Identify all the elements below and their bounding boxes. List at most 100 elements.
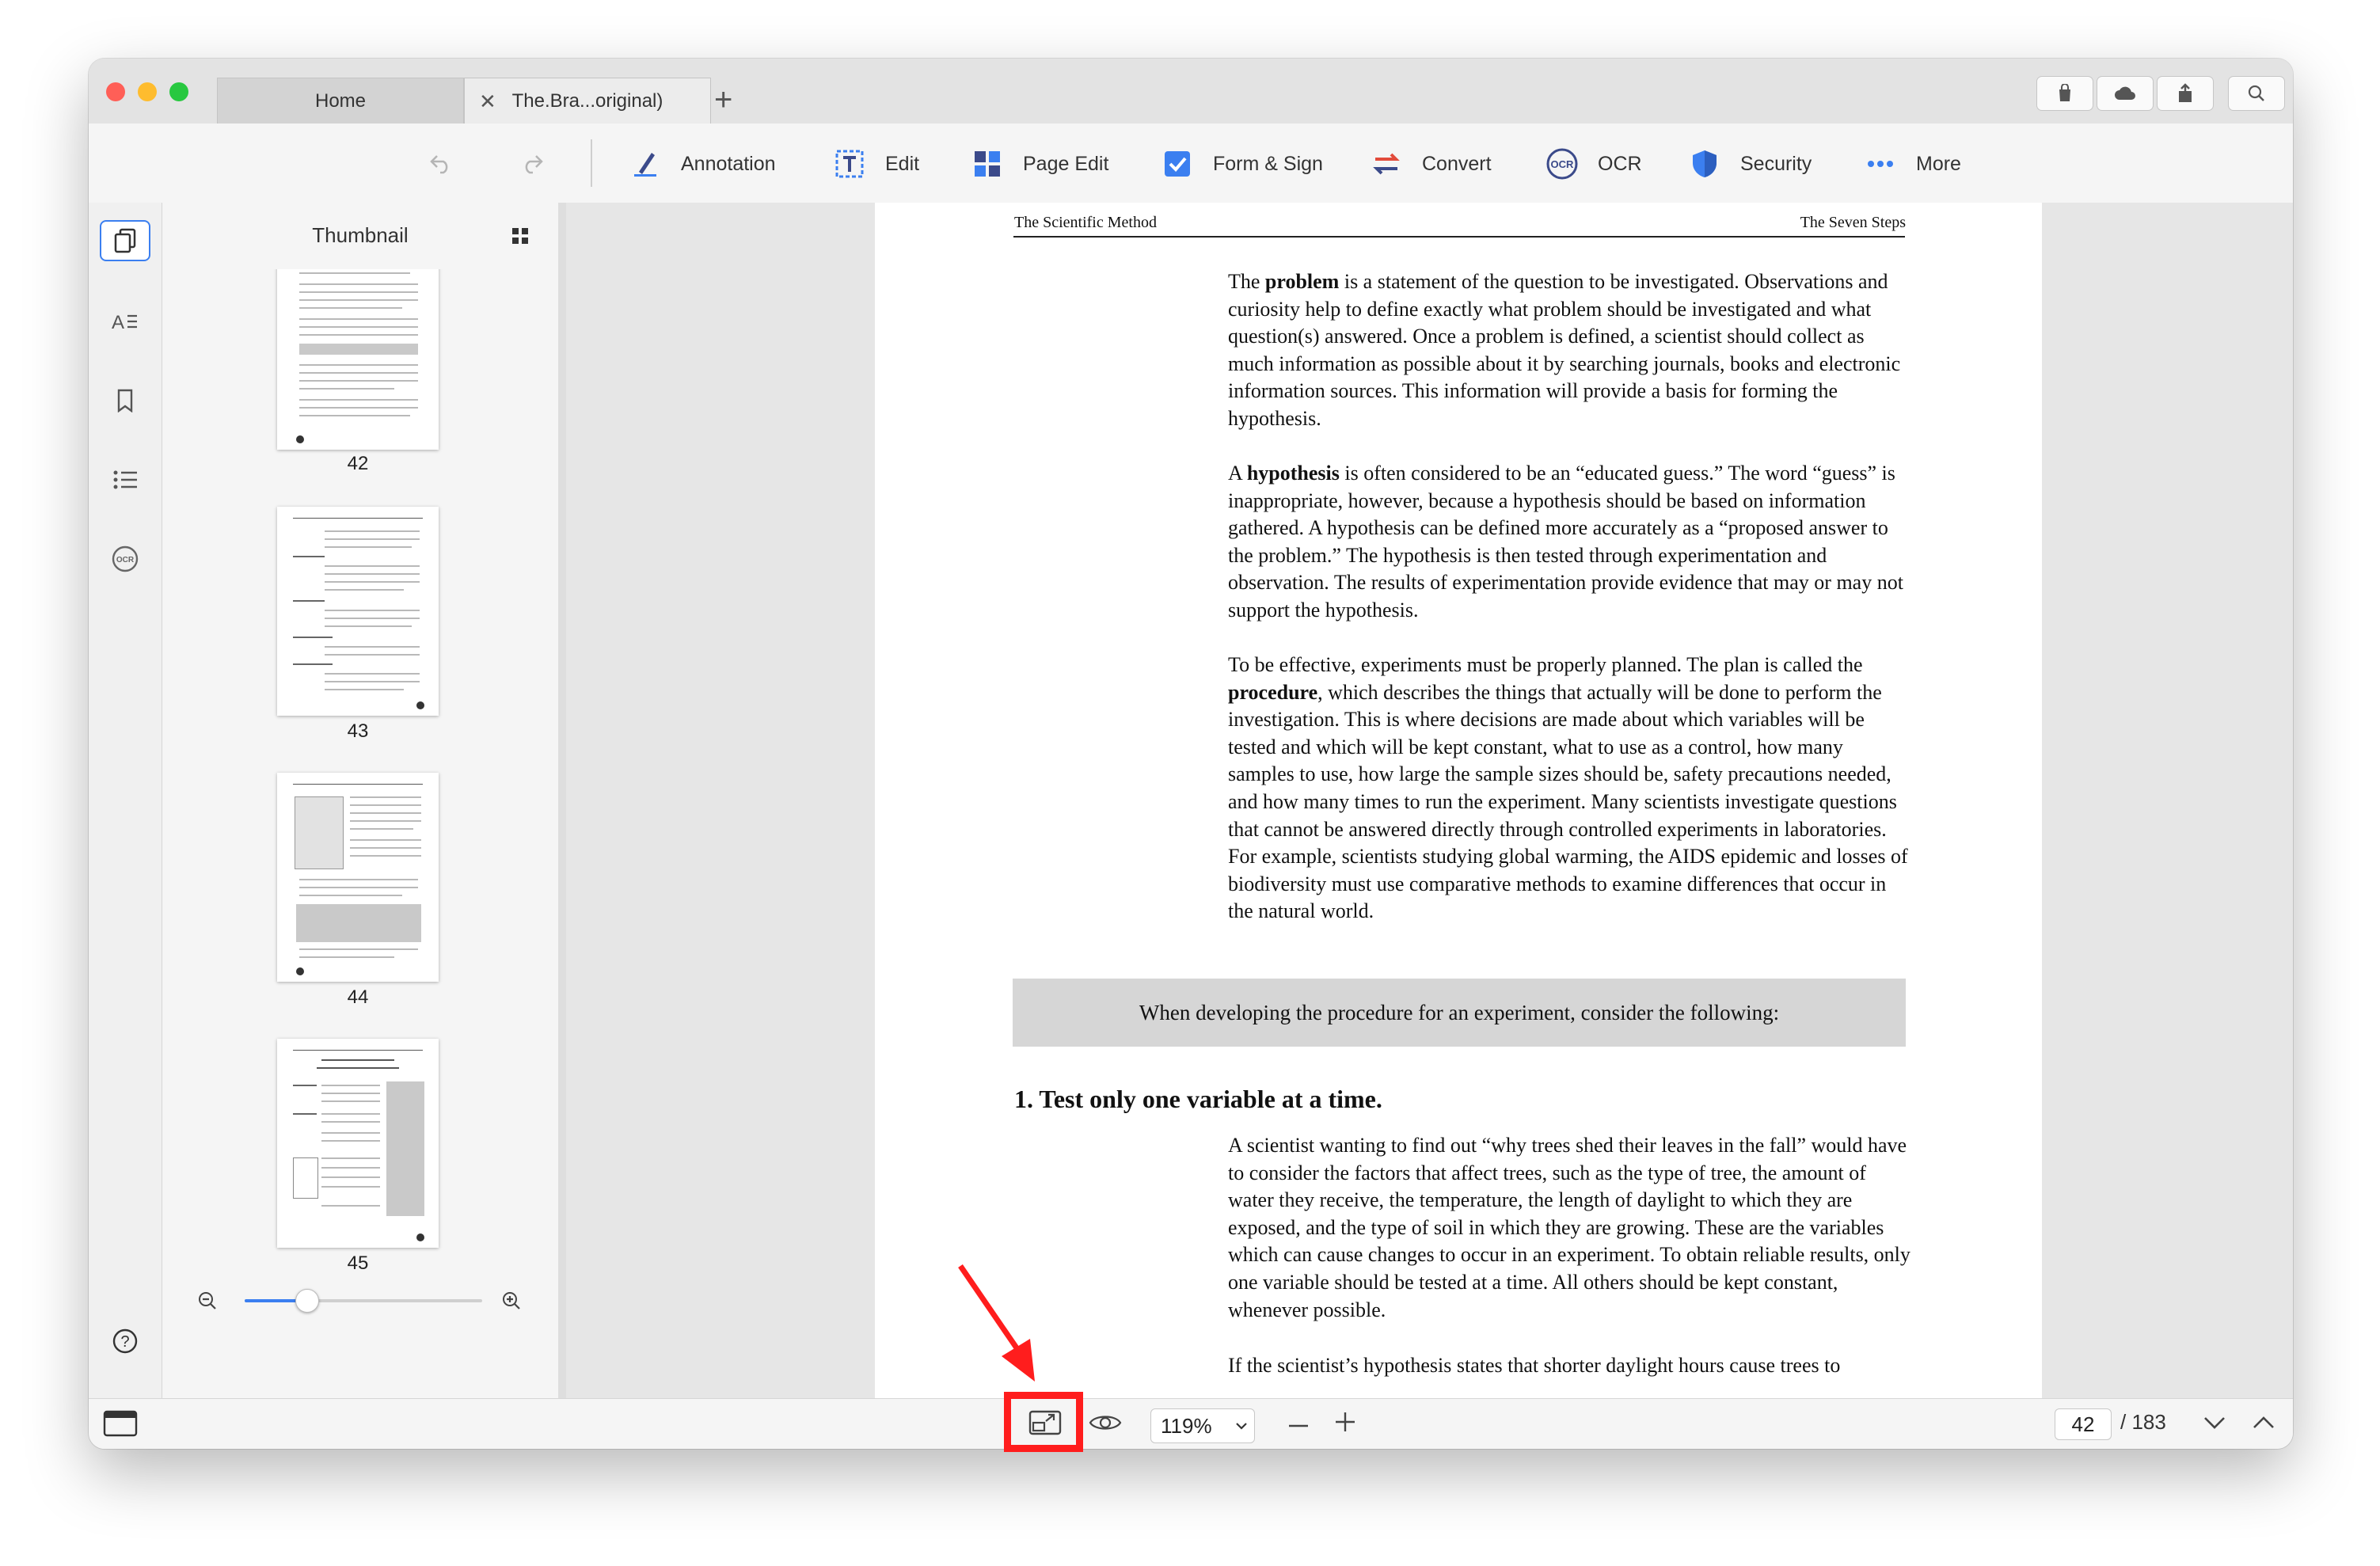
bag-icon <box>2059 84 2070 101</box>
paragraph-variable: A scientist wanting to find out “why tre… <box>1228 1134 1910 1321</box>
tab-label: The.Bra...original) <box>511 90 663 112</box>
checkbox-icon <box>1159 146 1196 182</box>
more-label: More <box>1916 152 1961 175</box>
search-button[interactable] <box>2228 76 2285 111</box>
pen-icon <box>627 146 663 182</box>
ocr-button[interactable]: OCR OCR <box>1544 146 1642 182</box>
toolbar-divider <box>591 139 592 187</box>
form-sign-button[interactable]: Form & Sign <box>1159 146 1323 182</box>
zoom-in-icon[interactable] <box>501 1290 522 1311</box>
grid-view-icon[interactable] <box>511 227 529 245</box>
security-label: Security <box>1740 152 1812 175</box>
page-number-input[interactable]: 42 <box>2055 1408 2112 1440</box>
page-edit-label: Page Edit <box>1023 152 1109 175</box>
thumbnail-page-number: 43 <box>347 720 369 742</box>
more-button[interactable]: More <box>1862 146 1961 182</box>
thumbnail-zoom-control <box>162 1276 558 1324</box>
svg-text:?: ? <box>120 1333 129 1351</box>
minimize-window-button[interactable] <box>138 82 157 101</box>
paragraph-hypothesis: A hypothesis is often considered to be a… <box>1228 462 1903 621</box>
convert-arrows-icon <box>1368 146 1405 182</box>
document-page: The Scientific Method The Seven Steps Th… <box>875 203 2042 1398</box>
grid-icon <box>969 146 1006 182</box>
page-thumbnail[interactable] <box>277 773 439 982</box>
running-header-left: The Scientific Method <box>1014 214 1157 231</box>
paragraph-daylight: If the scientist’s hypothesis states tha… <box>1228 1354 1841 1377</box>
zoom-out-button[interactable] <box>1287 1415 1310 1437</box>
undo-icon[interactable] <box>429 154 453 174</box>
running-header-right: The Seven Steps <box>1800 214 1906 231</box>
annotation-button[interactable]: Annotation <box>627 146 776 182</box>
left-rail: A OCR ? <box>89 203 162 1398</box>
app-window: Home ✕ The.Bra...original) + Annotation <box>89 59 2293 1449</box>
new-tab-button[interactable]: + <box>714 79 732 120</box>
close-window-button[interactable] <box>106 82 125 101</box>
header-rule <box>1013 236 1905 238</box>
bookmark-button[interactable] <box>100 380 150 421</box>
paragraph-procedure: To be effective, experiments must be pro… <box>1228 653 1908 923</box>
previous-page-icon[interactable] <box>2252 1415 2275 1431</box>
document-viewer[interactable]: The Scientific Method The Seven Steps Th… <box>566 203 2293 1398</box>
text-edit-icon <box>831 146 868 182</box>
cloud-button[interactable] <box>2097 76 2154 111</box>
main-toolbar: Annotation Edit Page Edit Form & Sign Co… <box>89 124 2293 203</box>
thumbnail-view-button[interactable] <box>100 220 150 261</box>
paragraph-problem: The problem is a statement of the questi… <box>1228 270 1901 430</box>
help-button[interactable]: ? <box>100 1321 150 1362</box>
ocr-panel-button[interactable]: OCR <box>100 538 150 580</box>
tab-home[interactable]: Home <box>217 78 464 124</box>
page-thumbnail[interactable] <box>277 1039 439 1248</box>
thumbnail-page-number: 44 <box>347 986 369 1008</box>
slider-handle[interactable] <box>295 1289 319 1313</box>
thumbnail-panel-title: Thumbnail <box>312 223 409 247</box>
tab-label: Home <box>314 90 367 112</box>
text-search-button[interactable]: A <box>100 301 150 342</box>
maximize-window-button[interactable] <box>169 82 188 101</box>
svg-text:OCR: OCR <box>1551 158 1575 170</box>
ocr-label: OCR <box>1598 152 1642 175</box>
help-icon: ? <box>112 1328 138 1354</box>
text-list-icon: A <box>112 312 137 333</box>
ocr-icon: OCR <box>112 545 139 572</box>
edit-label: Edit <box>885 152 920 175</box>
search-icon <box>2248 85 2264 101</box>
pages-icon <box>114 228 136 253</box>
close-tab-icon[interactable]: ✕ <box>479 78 496 124</box>
list-icon <box>113 470 137 489</box>
chevron-down-icon <box>1236 1423 1247 1430</box>
page-thumbnail[interactable] <box>277 269 439 450</box>
edit-button[interactable]: Edit <box>831 146 919 182</box>
window-layout-icon[interactable] <box>103 1410 138 1437</box>
ocr-icon: OCR <box>1544 146 1580 182</box>
cloud-icon <box>2115 86 2135 100</box>
red-arrow-annotation <box>958 1264 1035 1382</box>
page-edit-button[interactable]: Page Edit <box>969 146 1108 182</box>
thumbnail-page-number: 45 <box>347 1252 369 1271</box>
zoom-in-button[interactable] <box>1333 1410 1357 1434</box>
next-page-icon[interactable] <box>2203 1415 2226 1431</box>
convert-button[interactable]: Convert <box>1368 146 1492 182</box>
callout-box: When developing the procedure for an exp… <box>1013 979 1906 1047</box>
annotation-label: Annotation <box>681 152 776 175</box>
page-total: / 183 <box>2120 1410 2166 1434</box>
title-bar: Home ✕ The.Bra...original) + <box>89 59 2293 124</box>
tab-document[interactable]: ✕ The.Bra...original) <box>464 78 711 124</box>
thumbnail-panel: Thumbnail 42 43 44 45 <box>162 203 566 1398</box>
eye-icon[interactable] <box>1089 1410 1122 1435</box>
svg-text:A: A <box>112 312 124 333</box>
share-button[interactable] <box>2157 76 2214 111</box>
zoom-out-icon[interactable] <box>197 1290 218 1311</box>
highlight-box-annotation <box>1004 1392 1083 1452</box>
svg-text:OCR: OCR <box>116 556 135 564</box>
form-sign-label: Form & Sign <box>1213 152 1323 175</box>
security-button[interactable]: Security <box>1686 146 1812 182</box>
outline-button[interactable] <box>100 459 150 500</box>
thumbnail-page-number: 42 <box>347 453 369 474</box>
dots-icon <box>1862 146 1899 182</box>
zoom-select[interactable]: 119% <box>1150 1408 1255 1443</box>
redo-icon[interactable] <box>520 154 544 174</box>
store-button[interactable] <box>2036 76 2093 111</box>
shield-icon <box>1686 146 1723 182</box>
page-thumbnail[interactable] <box>277 507 439 716</box>
bookmark-icon <box>117 389 133 412</box>
